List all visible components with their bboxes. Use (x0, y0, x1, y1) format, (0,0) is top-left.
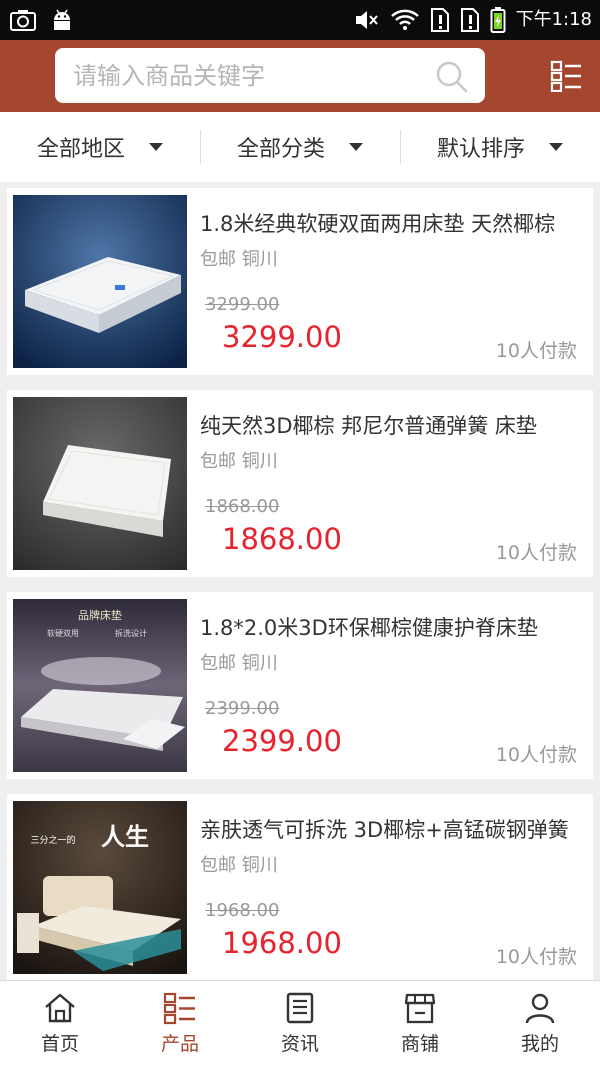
nav-home[interactable]: 首页 (0, 981, 120, 1067)
image-caption: 品牌床垫 (78, 608, 122, 622)
sale-price: 1968.00 (222, 926, 342, 960)
product-meta: 包邮 铜川 (200, 451, 278, 472)
product-card[interactable]: 纯天然3D椰棕 邦尼尔普通弹簧 床垫 包邮 铜川 1868.00 1868.00… (7, 390, 593, 577)
product-card[interactable]: 三分之一的 人生 亲肤透气可拆洗 3D椰棕+高锰碳钢弹簧 包邮 铜川 1968.… (7, 794, 593, 981)
buyer-count: 10人付款 (495, 946, 577, 968)
store-icon (404, 993, 436, 1024)
sale-price: 3299.00 (222, 320, 342, 354)
search-input[interactable] (73, 56, 423, 96)
app-header (0, 40, 600, 112)
filter-label: 全部分类 (236, 137, 325, 162)
product-icon (163, 992, 195, 1025)
product-image: 三分之一的 人生 (13, 801, 187, 974)
product-image (13, 195, 187, 368)
status-bar: 下午1:18 (0, 0, 600, 40)
buyer-count: 10人付款 (495, 744, 577, 766)
news-icon (286, 992, 314, 1024)
home-icon (45, 993, 75, 1023)
image-caption: 三分之一的 (30, 834, 75, 846)
mute-icon (355, 11, 378, 29)
user-icon (525, 993, 555, 1024)
product-image (13, 397, 187, 570)
sim-card-icon (430, 8, 449, 32)
nav-products[interactable]: 产品 (120, 981, 240, 1067)
nav-label: 商铺 (400, 1033, 439, 1055)
sim-card-icon (460, 8, 479, 32)
original-price: 1968.00 (205, 900, 280, 921)
sale-price: 2399.00 (222, 724, 342, 758)
product-title[interactable]: 1.8米经典软硬双面两用床垫 天然椰棕 (200, 208, 580, 238)
filter-bar: 全部地区 全部分类 默认排序 (0, 112, 600, 182)
product-meta: 包邮 铜川 (200, 653, 278, 674)
nav-label: 我的 (520, 1033, 559, 1055)
buyer-count: 10人付款 (495, 340, 577, 362)
product-image: 品牌床垫 软硬双用 拆洗设计 (13, 599, 187, 772)
search-box[interactable] (55, 48, 485, 103)
image-caption: 软硬双用 (47, 628, 79, 638)
product-card[interactable]: 1.8米经典软硬双面两用床垫 天然椰棕 包邮 铜川 3299.00 3299.0… (7, 188, 593, 375)
wifi-icon (390, 9, 419, 30)
product-title[interactable]: 1.8*2.0米3D环保椰棕健康护脊床垫 (200, 612, 580, 642)
nav-mine[interactable]: 我的 (480, 981, 600, 1067)
search-icon[interactable] (435, 60, 469, 94)
filter-sort[interactable]: 默认排序 (400, 112, 600, 182)
chevron-down-icon (349, 143, 363, 151)
android-icon (54, 9, 70, 30)
screenshot-icon (10, 10, 36, 31)
product-card[interactable]: 品牌床垫 软硬双用 拆洗设计 1.8*2.0米3D环保椰棕健康护脊床垫 包邮 铜… (7, 592, 593, 779)
filter-label: 默认排序 (436, 137, 525, 162)
filter-label: 全部地区 (36, 137, 125, 162)
nav-news[interactable]: 资讯 (240, 981, 360, 1067)
sale-price: 1868.00 (222, 522, 342, 556)
filter-category[interactable]: 全部分类 (200, 112, 400, 182)
filter-region[interactable]: 全部地区 (0, 112, 200, 182)
clock: 下午1:18 (515, 9, 592, 30)
original-price: 1868.00 (205, 496, 280, 517)
chevron-down-icon (149, 143, 163, 151)
image-caption: 拆洗设计 (115, 628, 147, 638)
nav-label: 产品 (160, 1033, 199, 1055)
buyer-count: 10人付款 (495, 542, 577, 564)
battery-icon (490, 7, 506, 33)
product-title[interactable]: 纯天然3D椰棕 邦尼尔普通弹簧 床垫 (200, 410, 580, 440)
original-price: 2399.00 (205, 698, 280, 719)
nav-label: 首页 (40, 1033, 79, 1055)
nav-store[interactable]: 商铺 (360, 981, 480, 1067)
chevron-down-icon (549, 143, 563, 151)
product-meta: 包邮 铜川 (200, 249, 278, 270)
original-price: 3299.00 (205, 294, 280, 315)
product-meta: 包邮 铜川 (200, 855, 278, 876)
image-caption: 人生 (101, 823, 149, 851)
bottom-nav: 首页 产品 资讯 商铺 我的 (0, 980, 600, 1067)
nav-label: 资讯 (280, 1033, 319, 1055)
product-title[interactable]: 亲肤透气可拆洗 3D椰棕+高锰碳钢弹簧 (200, 814, 580, 844)
category-menu-icon[interactable] (550, 60, 582, 92)
